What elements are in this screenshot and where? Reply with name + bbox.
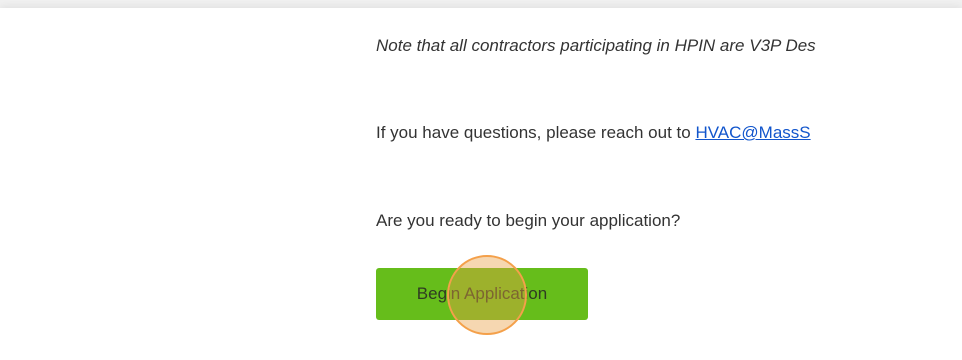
questions-prefix: If you have questions, please reach out … [376,123,696,142]
questions-text: If you have questions, please reach out … [376,123,811,143]
hpin-contractor-note: Note that all contractors participating … [376,36,816,55]
begin-application-button[interactable]: Begin Application [376,268,588,320]
ready-prompt: Are you ready to begin your application? [376,211,681,230]
page-panel: Note that all contractors participating … [0,8,962,360]
content-area: Note that all contractors participating … [376,8,962,360]
hvac-email-link[interactable]: HVAC@MassS [695,123,810,142]
